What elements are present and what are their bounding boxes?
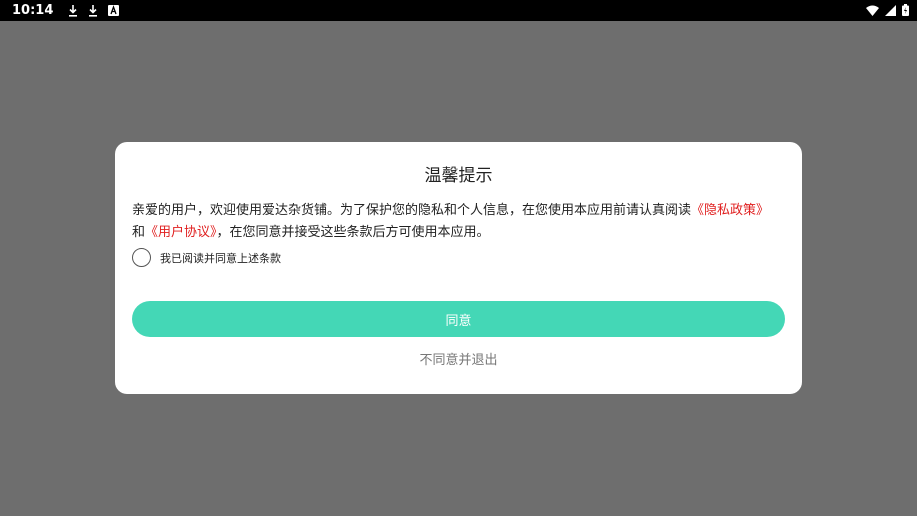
dialog-title: 温馨提示	[424, 166, 493, 186]
consent-row[interactable]: 我已阅读并同意上述条款	[132, 248, 281, 267]
download-icon	[67, 4, 79, 18]
body-conjunction: 和	[132, 225, 146, 240]
download-icon	[87, 4, 99, 18]
status-left: 10:14	[12, 3, 119, 18]
consent-label: 我已阅读并同意上述条款	[160, 251, 281, 265]
wifi-icon	[866, 1, 879, 20]
a-box-icon	[107, 4, 119, 18]
body-text-prefix: 亲爱的用户，欢迎使用爱达杂货铺。为了保护您的隐私和个人信息，在您使用本应用前请认…	[132, 203, 692, 218]
dialog-body: 亲爱的用户，欢迎使用爱达杂货铺。为了保护您的隐私和个人信息，在您使用本应用前请认…	[132, 200, 782, 244]
privacy-dialog: 温馨提示 亲爱的用户，欢迎使用爱达杂货铺。为了保护您的隐私和个人信息，在您使用本…	[115, 142, 802, 394]
user-agreement-link[interactable]: 《用户协议》	[145, 225, 217, 240]
battery-icon	[902, 1, 909, 20]
agree-button[interactable]: 同意	[132, 301, 785, 337]
privacy-policy-link[interactable]: 《隐私政策》	[691, 203, 769, 218]
disagree-exit-button[interactable]: 不同意并退出	[115, 349, 802, 368]
status-time: 10:14	[12, 3, 54, 18]
status-bar: 10:14	[0, 0, 917, 21]
consent-radio[interactable]	[132, 248, 151, 267]
body-text-suffix: ，在您同意并接受这些条款后方可使用本应用。	[216, 225, 490, 240]
status-right	[866, 1, 909, 20]
cell-signal-icon	[885, 1, 896, 20]
